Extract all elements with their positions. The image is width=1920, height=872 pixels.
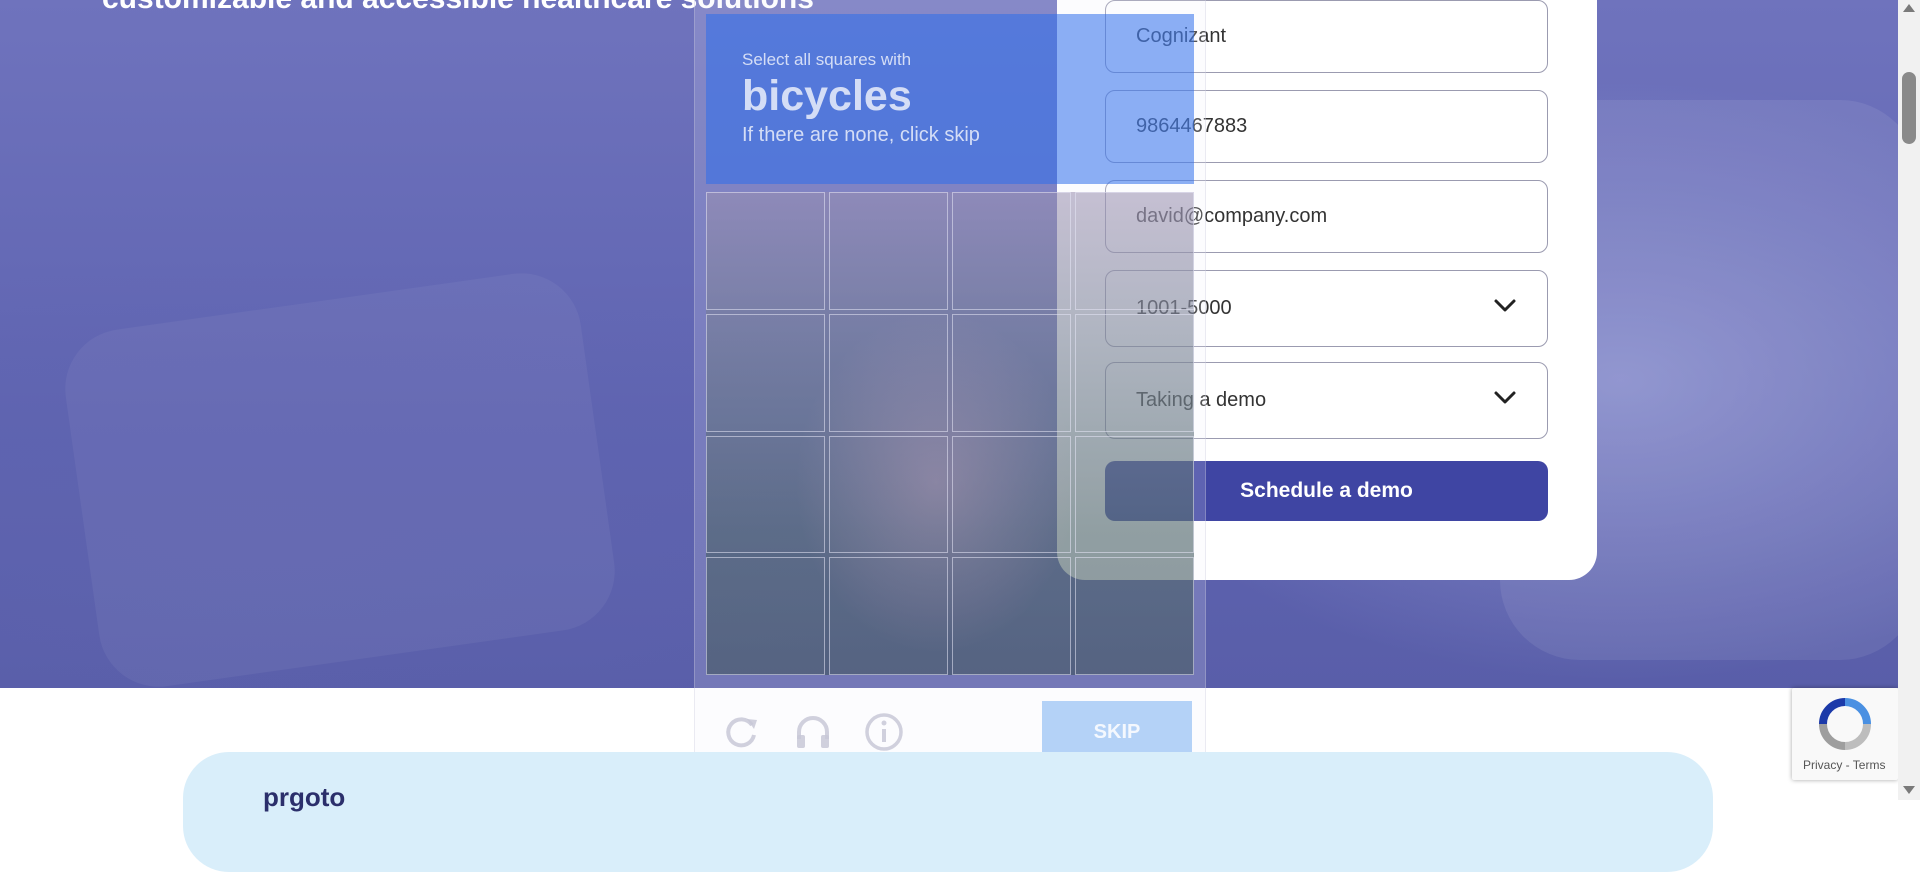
captcha-tile[interactable] [1075, 192, 1194, 310]
lower-section-heading: prgoto [263, 782, 346, 812]
info-icon[interactable] [863, 711, 905, 753]
captcha-target: bicycles [742, 72, 912, 120]
chevron-down-icon [1494, 391, 1516, 404]
captcha-tile[interactable] [952, 192, 1071, 310]
captcha-tile[interactable] [829, 435, 948, 554]
captcha-header: Select all squares with bicycles If ther… [706, 14, 1194, 184]
scroll-down-arrow-icon[interactable] [1903, 786, 1915, 794]
scrollbar-thumb[interactable] [1902, 72, 1916, 144]
captcha-challenge: Select all squares with bicycles If ther… [694, 0, 1206, 780]
captcha-tile[interactable] [829, 192, 948, 310]
scroll-up-arrow-icon[interactable] [1903, 4, 1915, 12]
captcha-tile[interactable] [706, 435, 825, 554]
captcha-tile[interactable] [706, 557, 825, 675]
captcha-tile[interactable] [952, 313, 1071, 432]
reload-icon[interactable] [720, 711, 762, 753]
captcha-tile[interactable] [829, 313, 948, 432]
recaptcha-logo-icon [1819, 698, 1871, 750]
captcha-tile[interactable] [829, 557, 948, 675]
captcha-tile[interactable] [706, 192, 825, 310]
captcha-instruction: Select all squares with [742, 50, 912, 69]
lower-section-band: prgoto [183, 752, 1713, 872]
captcha-image-grid [706, 192, 1194, 675]
captcha-tile[interactable] [952, 557, 1071, 675]
headphones-icon[interactable] [792, 711, 834, 753]
captcha-tile[interactable] [1075, 557, 1194, 675]
captcha-tile[interactable] [952, 435, 1071, 554]
recaptcha-badge[interactable]: Privacy - Terms [1792, 688, 1898, 780]
hero-background-pillow [57, 265, 623, 688]
captcha-tile[interactable] [1075, 435, 1194, 554]
recaptcha-privacy-terms[interactable]: Privacy - Terms [1803, 758, 1885, 772]
captcha-subinstruction: If there are none, click skip [742, 124, 980, 146]
chevron-down-icon [1494, 299, 1516, 312]
page-scrollbar[interactable] [1898, 0, 1920, 800]
captcha-tile[interactable] [706, 313, 825, 432]
captcha-tile[interactable] [1075, 313, 1194, 432]
